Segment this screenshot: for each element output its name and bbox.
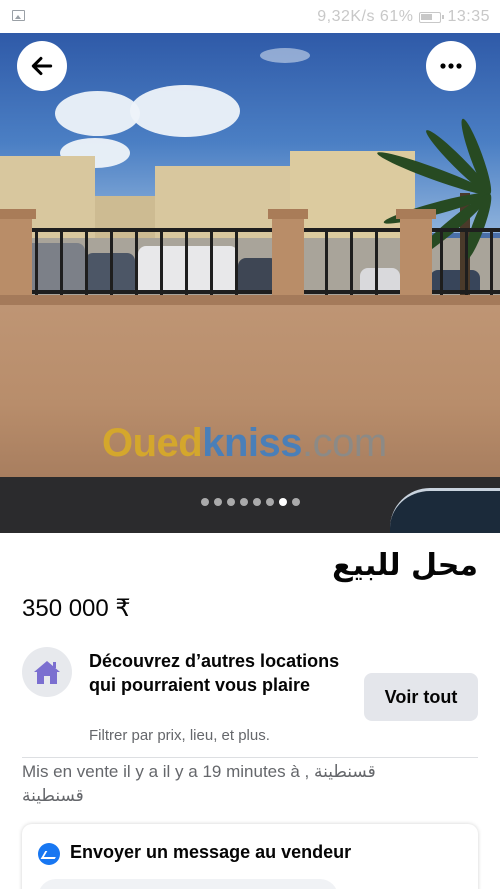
listing-photo[interactable]: Ouedkniss.com	[0, 33, 500, 533]
see-all-button[interactable]: Voir tout	[364, 673, 478, 721]
photo-pillar	[396, 209, 436, 308]
photo-car	[390, 488, 500, 533]
watermark-part: kniss	[202, 421, 303, 465]
pager-dot[interactable]	[200, 498, 209, 506]
divider	[22, 757, 478, 758]
message-seller-card: Envoyer un message au vendeur	[22, 824, 478, 889]
watermark: Ouedkniss.com	[102, 421, 387, 466]
watermark-part: Oued	[102, 421, 203, 465]
status-time: 13:35	[447, 8, 490, 25]
pager-dot[interactable]	[226, 498, 235, 506]
pager-dot[interactable]	[291, 498, 300, 506]
pager-dot[interactable]	[265, 498, 274, 506]
listing-title: محل للبيع	[332, 548, 478, 583]
pager-dot[interactable]	[252, 498, 261, 506]
photo-cloud	[55, 91, 140, 136]
photo-cloud	[260, 48, 310, 63]
pager-dot[interactable]	[213, 498, 222, 506]
listed-info: Mis en vente il y a il y a 19 minutes à …	[22, 762, 376, 805]
message-input[interactable]	[38, 879, 338, 889]
message-seller-title: Envoyer un message au vendeur	[70, 842, 352, 862]
photo-pager[interactable]	[0, 498, 500, 506]
battery-icon	[419, 11, 445, 23]
watermark-part: .com	[302, 421, 387, 465]
gallery-notification-icon	[12, 10, 25, 21]
network-speed-text: 9,32K/s 61%	[317, 8, 414, 25]
pager-dot-active[interactable]	[278, 498, 287, 506]
arrow-left-icon	[31, 56, 53, 76]
suggestion-subtitle: Filtrer par prix, lieu, et plus.	[89, 727, 270, 744]
photo-pillar	[0, 209, 36, 308]
more-options-button[interactable]	[426, 41, 476, 91]
pager-dot[interactable]	[239, 498, 248, 506]
house-icon	[34, 661, 60, 684]
more-horizontal-icon	[440, 63, 462, 69]
photo-wall-top	[0, 295, 500, 305]
photo-cloud	[130, 85, 240, 137]
house-icon-circle	[22, 647, 72, 697]
back-button[interactable]	[17, 41, 67, 91]
suggestion-card: Découvrez d’autres locations qui pourrai…	[22, 645, 478, 750]
suggestion-title: Découvrez d’autres locations qui pourrai…	[89, 651, 340, 695]
listing-price: 350 000 ₹	[22, 595, 131, 622]
messenger-icon	[38, 843, 60, 865]
status-indicators: 9,32K/s 61% 13:35	[317, 8, 490, 26]
photo-pillar	[268, 209, 308, 308]
status-bar: 9,32K/s 61% 13:35	[0, 0, 500, 33]
